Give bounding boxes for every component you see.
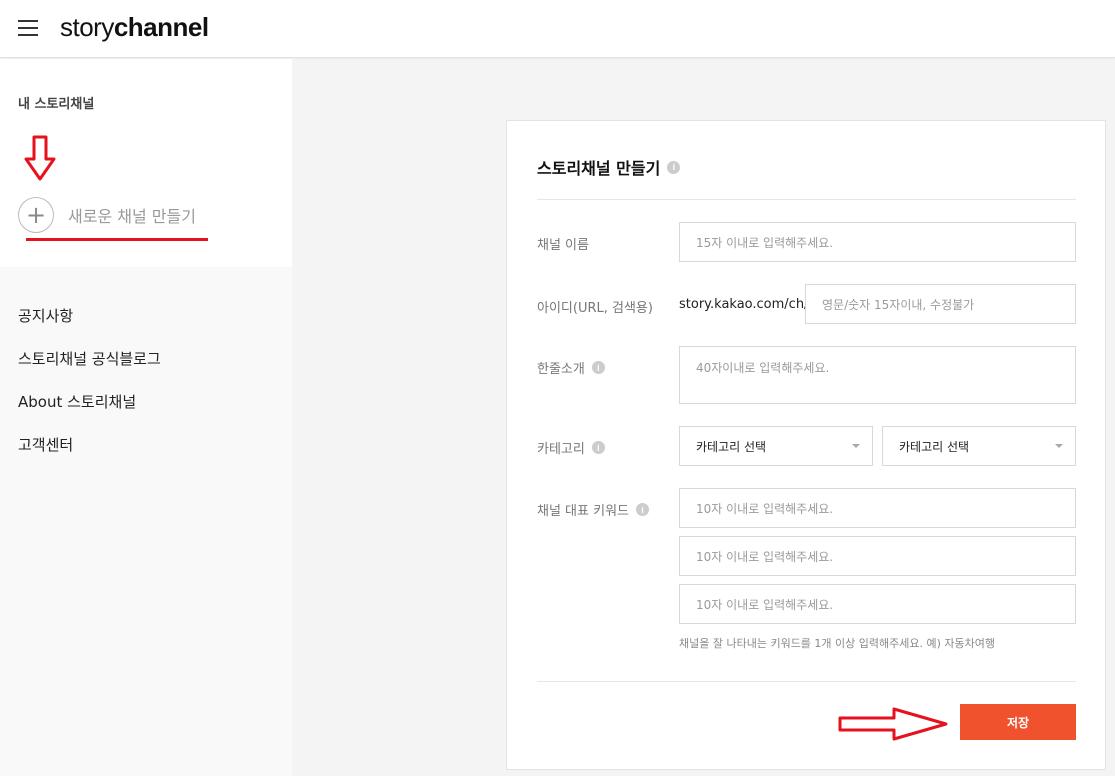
menu-icon[interactable]: [18, 19, 38, 37]
intro-info-icon[interactable]: i: [591, 361, 605, 374]
category-label-text: 카테고리: [537, 442, 585, 457]
annotation-underline: [26, 238, 208, 241]
keyword-input-1[interactable]: 10자 이내로 입력해주세요.: [679, 488, 1076, 528]
channel-name-input[interactable]: 15자 이내로 입력해주세요.: [679, 222, 1076, 262]
new-channel-label: 새로운 채널 만들기: [68, 207, 196, 226]
footer-divider: [537, 681, 1076, 682]
page-title: 스토리채널 만들기 i: [537, 155, 681, 179]
intro-label-text: 한줄소개: [537, 362, 585, 377]
category-label: 카테고리 i: [537, 438, 605, 457]
category-info-icon[interactable]: i: [591, 441, 605, 454]
logo-text-bold: channel: [113, 12, 209, 42]
keywords-help-text: 채널을 잘 나타내는 키워드를 1개 이상 입력해주세요. 예) 자동차여행: [679, 637, 995, 650]
chevron-down-icon: [852, 444, 860, 448]
storychannel-logo[interactable]: storychannel: [60, 12, 209, 43]
channel-name-label: 채널 이름: [537, 238, 589, 253]
top-header: storychannel: [0, 0, 1115, 58]
sidebar: 내 스토리채널 + 새로운 채널 만들기 공지사항 스토리채널 공식블로그 Ab…: [0, 59, 292, 776]
new-channel-button[interactable]: + 새로운 채널 만들기: [18, 197, 196, 233]
menu-item-customer-center[interactable]: 고객센터: [18, 433, 161, 476]
category-select-primary[interactable]: 카테고리 선택: [679, 426, 873, 466]
intro-label: 한줄소개 i: [537, 358, 605, 377]
channel-id-input[interactable]: 영문/숫자 15자이내, 수정불가: [805, 284, 1076, 324]
keywords-label-text: 채널 대표 키워드: [537, 504, 629, 519]
logo-text-light: story: [60, 12, 114, 42]
category-select-primary-value: 카테고리 선택: [696, 439, 767, 454]
title-divider: [537, 199, 1076, 200]
info-icon[interactable]: i: [667, 160, 681, 174]
annotation-right-arrow-icon: [838, 707, 948, 741]
annotation-down-arrow-icon: [24, 135, 56, 181]
category-select-secondary-value: 카테고리 선택: [899, 439, 970, 454]
save-button[interactable]: 저장: [960, 704, 1076, 740]
menu-item-about[interactable]: About 스토리채널: [18, 390, 161, 433]
channel-id-label: 아이디(URL, 검색용): [537, 301, 653, 316]
keyword-input-2[interactable]: 10자 이내로 입력해주세요.: [679, 536, 1076, 576]
side-menu: 공지사항 스토리채널 공식블로그 About 스토리채널 고객센터: [18, 304, 161, 476]
keywords-info-icon[interactable]: i: [636, 503, 649, 516]
my-channel-section: 내 스토리채널 + 새로운 채널 만들기: [0, 59, 292, 267]
my-channel-title: 내 스토리채널: [18, 97, 95, 112]
menu-item-notice[interactable]: 공지사항: [18, 304, 161, 347]
page-title-text: 스토리채널 만들기: [537, 159, 661, 178]
category-select-secondary[interactable]: 카테고리 선택: [882, 426, 1076, 466]
channel-id-prefix: story.kakao.com/ch/: [679, 297, 809, 312]
chevron-down-icon: [1055, 444, 1063, 448]
plus-icon: +: [18, 197, 54, 233]
menu-item-official-blog[interactable]: 스토리채널 공식블로그: [18, 347, 161, 390]
create-channel-card: 스토리채널 만들기 i 채널 이름 15자 이내로 입력해주세요. 아이디(UR…: [506, 120, 1106, 770]
intro-textarea[interactable]: 40자이내로 입력해주세요.: [679, 346, 1076, 404]
keywords-label: 채널 대표 키워드 i: [537, 500, 649, 519]
keyword-input-3[interactable]: 10자 이내로 입력해주세요.: [679, 584, 1076, 624]
